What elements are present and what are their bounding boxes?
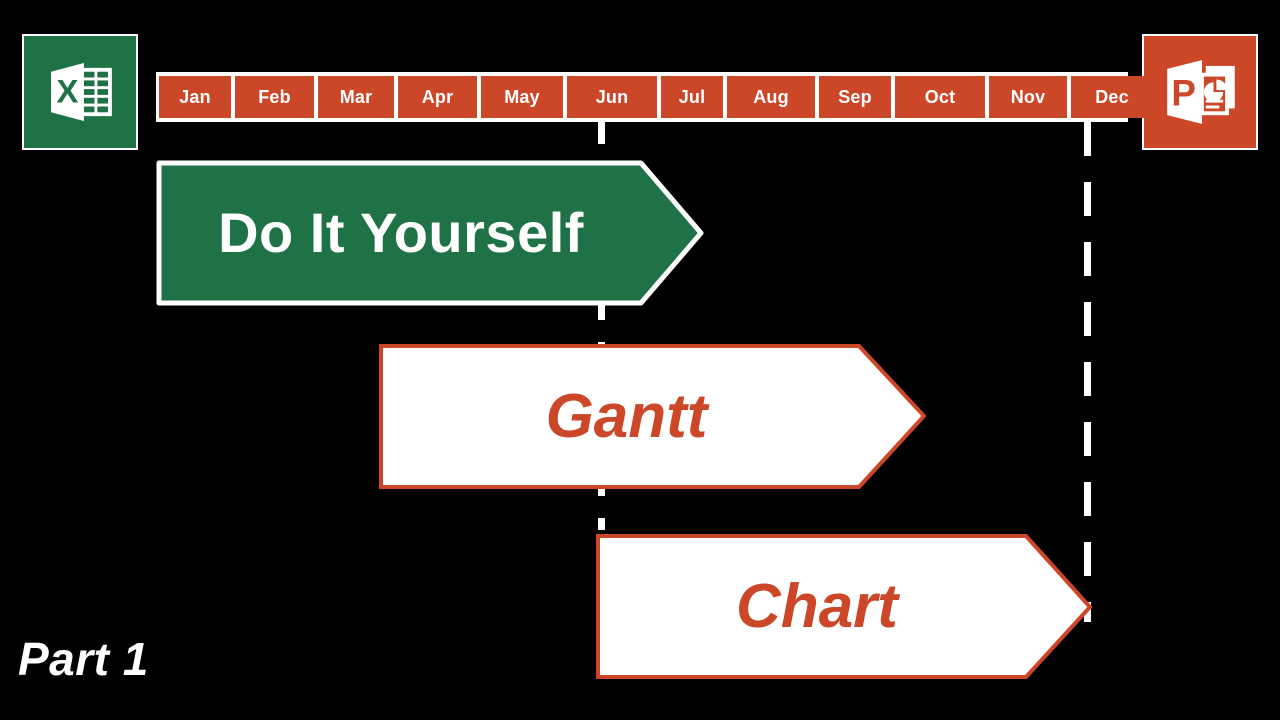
banner-label-gantt: Gantt [545, 381, 708, 451]
banner-label-chart: Chart [736, 571, 898, 641]
banner-do-it-yourself[interactable]: Do It Yourself [156, 160, 704, 306]
month-timeline-bar: Jan Feb Mar Apr May Jun Jul Aug Sep Oct … [156, 72, 1153, 122]
month-cell-nov[interactable]: Nov [989, 76, 1067, 118]
month-cell-aug[interactable]: Aug [727, 76, 815, 118]
month-cell-jul[interactable]: Jul [661, 76, 723, 118]
month-cell-feb[interactable]: Feb [235, 76, 314, 118]
banner-chart[interactable]: Chart [596, 534, 1092, 679]
banner-gantt[interactable]: Gantt [379, 344, 926, 489]
month-cell-may[interactable]: May [481, 76, 563, 118]
month-cell-jan[interactable]: Jan [159, 76, 231, 118]
svg-text:P: P [1171, 73, 1195, 114]
powerpoint-icon[interactable]: P [1142, 34, 1258, 150]
month-cell-mar[interactable]: Mar [318, 76, 394, 118]
month-cell-apr[interactable]: Apr [398, 76, 477, 118]
part-caption: Part 1 [18, 633, 149, 685]
svg-text:X: X [57, 73, 79, 110]
month-cell-dec[interactable]: Dec [1071, 76, 1153, 118]
slide-canvas: X P Jan Feb Mar Apr May Jun Jul Aug Sep … [0, 0, 1280, 720]
month-cell-jun[interactable]: Jun [567, 76, 657, 118]
month-cell-sep[interactable]: Sep [819, 76, 891, 118]
excel-icon[interactable]: X [22, 34, 138, 150]
month-cell-oct[interactable]: Oct [895, 76, 985, 118]
banner-label-do-it-yourself: Do It Yourself [218, 201, 584, 264]
